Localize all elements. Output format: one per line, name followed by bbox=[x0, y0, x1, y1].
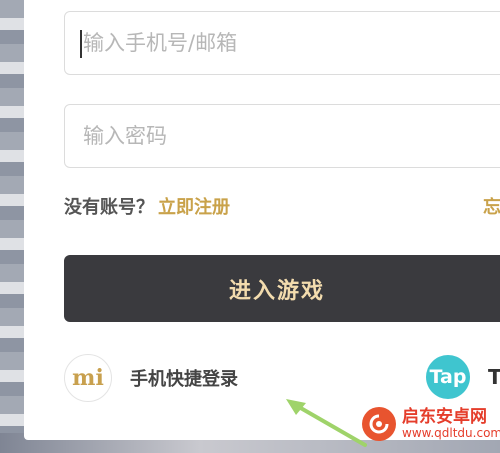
mi-logo-icon: mi bbox=[64, 354, 112, 402]
password-input[interactable] bbox=[81, 123, 500, 149]
watermark-title: 启东安卓网 bbox=[402, 406, 487, 427]
enter-game-button[interactable]: 进入游戏 bbox=[64, 255, 500, 322]
password-field[interactable] bbox=[64, 104, 500, 168]
text-caret bbox=[80, 30, 82, 58]
watermark: 启东安卓网 www.qdltdu.com bbox=[362, 407, 500, 441]
no-account-text: 没有账号？ bbox=[64, 197, 154, 218]
register-row: 没有账号？ 立即注册 bbox=[64, 193, 230, 219]
taptap-logo-icon: Tap bbox=[426, 355, 470, 399]
account-input[interactable] bbox=[81, 30, 500, 56]
watermark-url: www.qdltdu.com bbox=[402, 425, 500, 440]
taptap-login[interactable]: Tap T bbox=[426, 355, 500, 399]
annotation-arrow-icon bbox=[286, 399, 367, 447]
mi-quick-login-label: 手机快捷登录 bbox=[130, 369, 238, 390]
watermark-logo-icon bbox=[362, 407, 396, 441]
background-left-decor bbox=[0, 0, 24, 453]
mi-quick-login[interactable]: mi 手机快捷登录 bbox=[64, 354, 238, 402]
taptap-login-label: T bbox=[488, 365, 500, 389]
register-link[interactable]: 立即注册 bbox=[158, 197, 230, 218]
forgot-password-link[interactable]: 忘 bbox=[483, 193, 500, 219]
account-field[interactable] bbox=[64, 11, 500, 75]
